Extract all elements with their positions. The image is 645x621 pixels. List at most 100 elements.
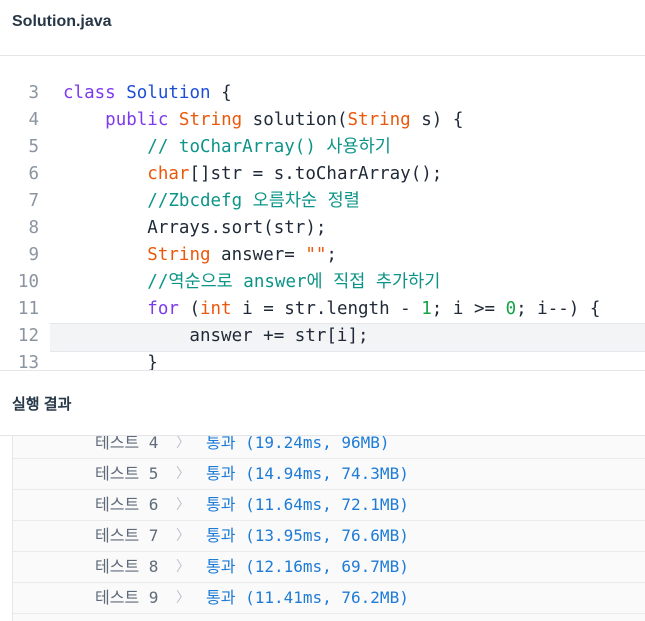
line-number: 6: [28, 164, 39, 184]
code-token: answer=: [210, 245, 306, 265]
line-number: 4: [28, 110, 39, 130]
line-number: 8: [28, 218, 39, 238]
results-header: 실행 결과: [0, 370, 645, 436]
test-results-list[interactable]: 테스트 4 〉 통과 (19.24ms, 96MB) 테스트 5 〉 통과 (14.94m…: [12, 436, 645, 621]
code-token: // toCharArray() 사용하기: [147, 137, 391, 157]
code-text: public String solution(String s) {: [63, 107, 463, 134]
code-token: i = str.length -: [231, 299, 422, 319]
code-text: //역순으로 answer에 직접 추가하기: [63, 269, 440, 296]
test-result-text: 통과 (19.24ms, 96MB): [206, 436, 390, 452]
code-line[interactable]: 6 char[]str = s.toCharArray();: [0, 161, 645, 188]
code-line[interactable]: 3 class Solution {: [0, 80, 645, 107]
code-token: String: [347, 110, 411, 130]
code-token: String: [178, 110, 243, 130]
code-token: }: [63, 353, 158, 371]
code-token: "": [305, 245, 327, 265]
line-number: 12: [17, 326, 39, 346]
code-token: public: [105, 110, 169, 130]
code-line[interactable]: 4 public String solution(String s) {: [0, 107, 645, 134]
code-text: class Solution {: [63, 80, 232, 107]
file-title: Solution.java: [12, 13, 112, 30]
file-tab-header: Solution.java: [0, 0, 645, 56]
code-token: class: [63, 83, 116, 103]
code-token: ; i >=: [431, 299, 506, 319]
chevron-right-icon: 〉: [176, 559, 190, 575]
code-token: Solution: [126, 83, 211, 103]
line-number: 3: [28, 83, 39, 103]
test-label: 테스트 5: [95, 464, 159, 483]
code-line[interactable]: 13 }: [0, 350, 645, 371]
code-token: for: [147, 299, 179, 319]
code-text: //Zbcdefg 오름차순 정렬: [63, 188, 360, 215]
code-text: answer += str[i];: [63, 323, 369, 350]
code-token: (: [178, 299, 200, 319]
code-text: char[]str = s.toCharArray();: [63, 161, 442, 188]
code-token: //Zbcdefg 오름차순 정렬: [147, 191, 360, 211]
test-result-text: 통과 (11.41ms, 76.2MB): [206, 588, 409, 607]
code-text: Arrays.sort(str);: [63, 215, 326, 242]
test-result-row[interactable]: 테스트 7 〉 통과 (13.95ms, 76.6MB): [13, 521, 645, 552]
test-result-row[interactable]: 테스트 9 〉 통과 (11.41ms, 76.2MB): [13, 583, 645, 614]
code-line[interactable]: 9 String answer= "";: [0, 242, 645, 269]
code-line[interactable]: 8 Arrays.sort(str);: [0, 215, 645, 242]
chevron-right-icon: 〉: [176, 590, 190, 606]
code-text: String answer= "";: [63, 242, 337, 269]
code-token: 1: [421, 299, 432, 319]
code-token: //역순으로 answer에 직접 추가하기: [147, 272, 441, 292]
code-token: char: [147, 164, 190, 184]
code-line[interactable]: 7 //Zbcdefg 오름차순 정렬: [0, 188, 645, 215]
code-token: s) {: [410, 110, 464, 130]
line-number: 13: [17, 353, 39, 371]
chevron-right-icon: 〉: [176, 436, 190, 451]
test-result-text: 통과 (11.64ms, 72.1MB): [206, 495, 409, 514]
code-token: []str = s.toCharArray();: [189, 164, 443, 184]
test-label: 테스트 6: [95, 495, 159, 514]
test-result-text: 통과 (14.94ms, 74.3MB): [206, 464, 409, 483]
test-label: 테스트 7: [95, 526, 159, 545]
test-result-text: 통과 (13.95ms, 76.6MB): [206, 526, 409, 545]
code-line[interactable]: 12 answer += str[i];: [0, 323, 645, 352]
code-token: Arrays.sort(str);: [63, 218, 327, 238]
code-text: }: [63, 350, 158, 371]
code-token: {: [210, 83, 232, 103]
code-line[interactable]: 5 // toCharArray() 사용하기: [0, 134, 645, 161]
code-token: String: [147, 245, 211, 265]
results-title: 실행 결과: [12, 396, 72, 413]
line-number: 10: [17, 272, 39, 292]
code-token: ;: [326, 245, 337, 265]
chevron-right-icon: 〉: [176, 528, 190, 544]
line-number: 9: [28, 245, 39, 265]
code-token: ; i--) {: [516, 299, 601, 319]
code-text: for (int i = str.length - 1; i >= 0; i--…: [63, 296, 600, 323]
line-number: 11: [17, 299, 39, 319]
test-label: 테스트 9: [95, 588, 159, 607]
line-number: 5: [28, 137, 39, 157]
code-token: answer += str[i];: [63, 326, 369, 346]
test-label: 테스트 8: [95, 557, 159, 576]
code-token: 0: [505, 299, 517, 319]
test-result-row[interactable]: 테스트 6 〉 통과 (11.64ms, 72.1MB): [13, 490, 645, 521]
test-result-row[interactable]: 테스트 4 〉 통과 (19.24ms, 96MB): [13, 436, 645, 459]
chevron-right-icon: 〉: [176, 497, 190, 513]
code-token: solution(: [242, 110, 348, 130]
test-result-text: 통과 (12.16ms, 69.7MB): [206, 557, 409, 576]
code-text: // toCharArray() 사용하기: [63, 134, 391, 161]
line-number: 7: [28, 191, 39, 211]
code-editor[interactable]: 3 class Solution {4 public String solutio…: [0, 56, 645, 371]
code-token: int: [199, 299, 232, 319]
code-line[interactable]: 11 for (int i = str.length - 1; i >= 0; …: [0, 296, 645, 323]
test-result-row[interactable]: 테스트 5 〉 통과 (14.94ms, 74.3MB): [13, 459, 645, 490]
chevron-right-icon: 〉: [176, 466, 190, 482]
test-result-row[interactable]: 테스트 8 〉 통과 (12.16ms, 69.7MB): [13, 552, 645, 583]
code-line[interactable]: 10 //역순으로 answer에 직접 추가하기: [0, 269, 645, 296]
test-label: 테스트 4: [95, 436, 159, 452]
